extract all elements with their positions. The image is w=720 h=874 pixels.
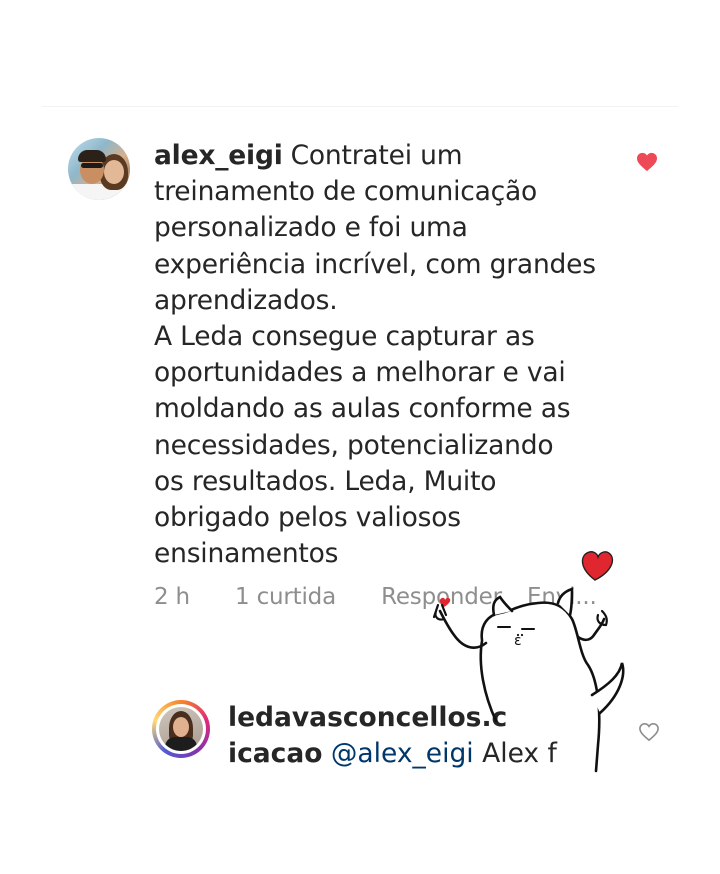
cat-finger-heart-sticker-icon: ε: [432, 551, 625, 773]
top-divider: [42, 106, 678, 107]
comment-username[interactable]: alex_eigi: [154, 140, 283, 171]
comment-body: Contratei um treinamento de comunicação …: [154, 140, 596, 570]
avatar[interactable]: [68, 138, 130, 200]
comment-time: 2 h: [154, 584, 190, 610]
avatar-story-ring[interactable]: [152, 700, 210, 758]
comment-likes-count[interactable]: 1 curtida: [235, 584, 336, 610]
comment-text-block: alex_eigi Contratei um treinamento de com…: [154, 138, 624, 572]
comment-username-cont[interactable]: icacao: [228, 738, 322, 769]
heart-filled-icon[interactable]: [636, 152, 658, 172]
